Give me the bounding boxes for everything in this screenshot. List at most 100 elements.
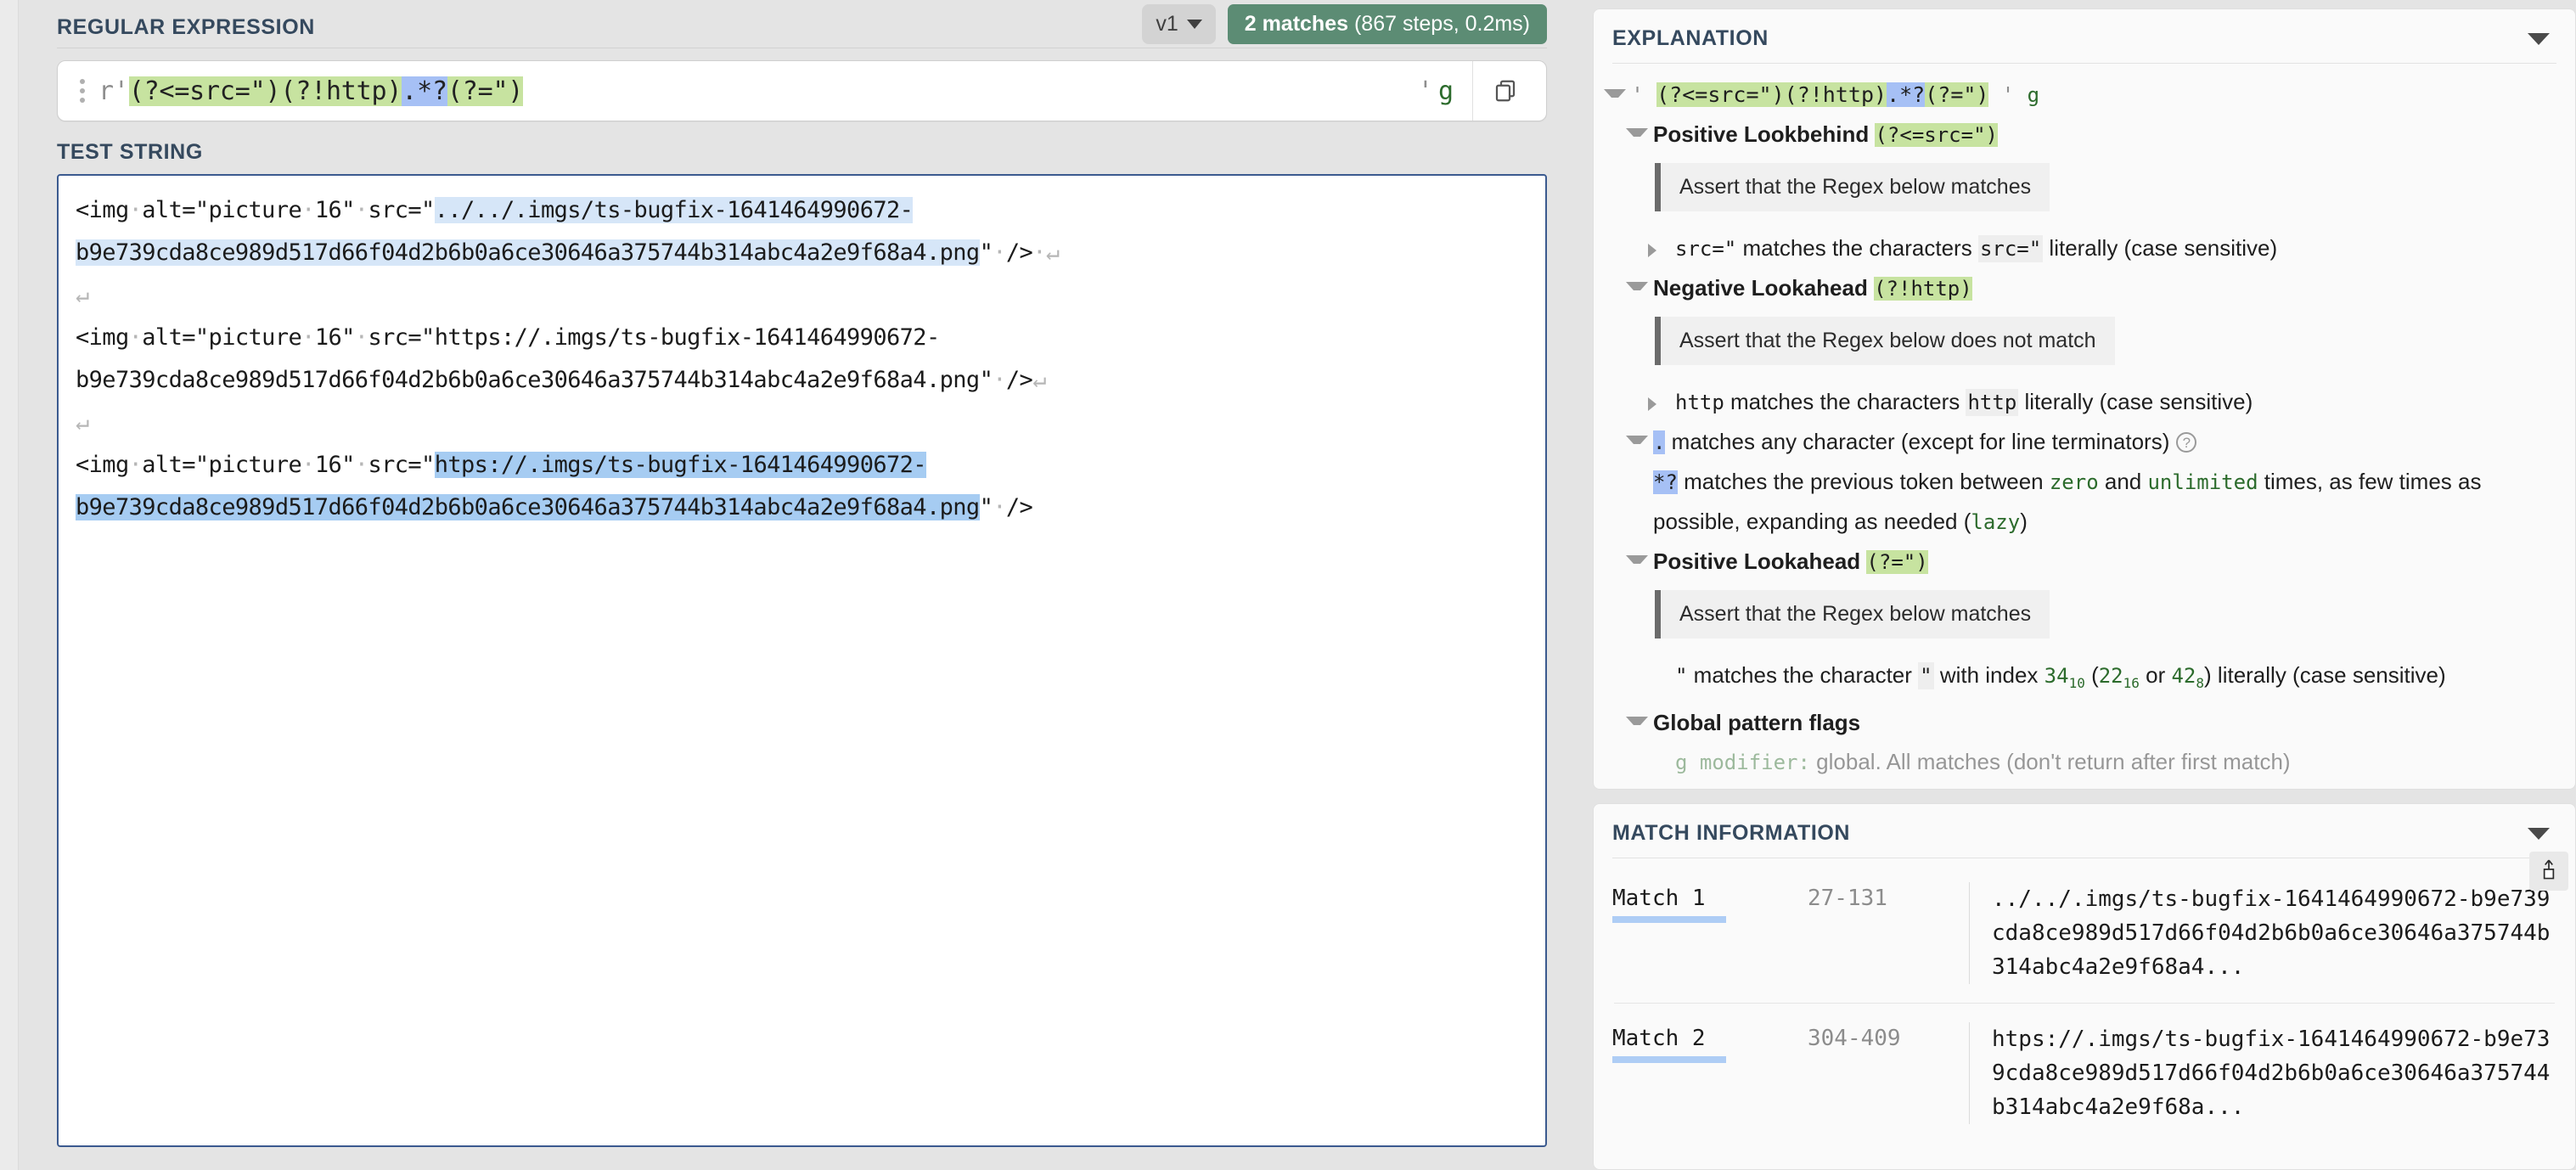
text-segment: src=" [368,197,435,223]
regex-header-controls: v1 2 matches (867 steps, 0.2ms) [1142,3,1547,44]
version-dropdown[interactable]: v1 [1142,3,1216,44]
collapse-triangle-icon[interactable] [1648,244,1670,257]
explanation-group-title: Negative Lookahead [1653,275,1868,301]
regex-flags[interactable]: ' g [1409,61,1473,121]
text-segment: b9e739cda8ce989d517d66f04d2b6b0a6ce30646… [76,494,980,520]
test-string-line: ↵ [76,402,1528,444]
regex-section-header: REGULAR EXPRESSION v1 2 matches (867 ste… [57,0,1547,48]
text-segment: alt="picture [142,197,302,223]
explanation-detail-token: http [1675,391,1724,414]
explanation-token: (?=") [1866,550,1928,574]
explanation-item: Negative Lookahead (?!http) Assert that t… [1626,268,2555,382]
explanation-flag-code: g modifier: [1675,750,1810,774]
explanation-row-text: Positive Lookahead (?=") [1653,542,2555,582]
page-title: REGULAR EXPRESSION [57,15,315,39]
newline-marker: ↵ [76,409,89,436]
explanation-item: src=" matches the characters src=" liter… [1648,228,2555,268]
chevron-down-icon[interactable] [2528,32,2550,45]
regex-token-lookbehind: (?<=src=") [128,76,281,106]
test-string-line: ↵ [76,274,1528,317]
test-string-title: TEST STRING [57,140,203,164]
explanation-item: " matches the character " with index 341… [1648,655,2555,703]
space-marker: · [128,324,143,351]
explanation-item: http matches the characters http literal… [1648,382,2555,422]
collapse-triangle-icon[interactable] [1626,128,1648,137]
space-marker: · [301,197,315,223]
explanation-detail-text: matches the characters [1724,389,1966,414]
explanation-token-dot: . [1653,430,1666,454]
collapse-triangle-icon[interactable] [1626,555,1648,564]
explanation-row: src=" matches the characters src=" liter… [1648,228,2555,268]
explanation-item: . matches any character (except for line… [1626,422,2555,462]
exp-flag-global: g [2027,83,2040,107]
drag-handle-icon[interactable] [80,79,85,103]
explanation-row-text: . matches any character (except for line… [1653,422,2555,462]
space-marker: · [301,452,315,478]
test-string-line: b9e739cda8ce989d517d66f04d2b6b0a6ce30646… [76,232,1528,274]
collapse-triangle-icon[interactable] [1626,436,1648,444]
match-info-title: MATCH INFORMATION [1612,821,1851,845]
exp-token-lookbehind: (?<=src=") [1656,82,1785,107]
regex-input[interactable]: r'(?<=src=")(?!http).*?(?=") [98,76,1409,106]
test-string-line: <img·alt="picture·16"·src="htps://.imgs/… [76,444,1528,487]
explanation-item: Global pattern flags [1626,703,2555,742]
explanation-literal: src=" [1977,235,2044,262]
left-column: REGULAR EXPRESSION v1 2 matches (867 ste… [19,0,1581,1170]
match-label-cell: Match 1 [1612,882,1808,984]
explanation-pattern-row: ' (?<=src=")(?!http).*?(?=") ' g [1604,76,2555,115]
explanation-row: *? matches the previous token between ze… [1626,462,2555,542]
explanation-dot-text: matches any character (except for line t… [1665,429,2170,454]
regex-input-box[interactable]: r'(?<=src=")(?!http).*?(?=") ' g [57,60,1547,121]
match-row[interactable]: Match 2 304-409 htps://.imgs/ts-bugfix-164… [1594,1004,2575,1143]
newline-marker: ↵ [1032,367,1046,393]
text-segment: src="https://.imgs/ts-bugfix-16414649906… [368,324,940,351]
explanation-row-text: Negative Lookahead (?!http) [1653,268,2555,308]
match-label[interactable]: Match 1 [1612,886,1706,911]
explanation-quant-min: zero [2049,470,2099,494]
explanation-pattern: ' (?<=src=")(?!http).*?(?=") ' g [1631,76,2555,115]
newline-marker: ↵ [76,282,89,308]
text-segment: /> [1005,239,1033,266]
collapse-triangle-icon[interactable] [1626,282,1648,290]
cursor-pointer-icon [2529,852,2568,891]
left-rail [0,0,19,1170]
regex-token-neg-lookahead: (?!http) [280,76,402,106]
test-string-line: b9e739cda8ce989d517d66f04d2b6b0a6ce30646… [76,359,1528,402]
explanation-index-octal: 428 [2171,664,2205,691]
test-string-line: b9e739cda8ce989d517d66f04d2b6b0a6ce30646… [76,487,1528,529]
explanation-row-text: g modifier: global. All matches (don't r… [1675,742,2555,782]
explanation-token: (?<=src=") [1875,123,1998,147]
space-marker: · [1032,239,1046,266]
collapse-triangle-icon[interactable] [1604,89,1626,98]
explanation-quant-mode: lazy [1971,510,2021,534]
explanation-item: g modifier: global. All matches (don't r… [1648,742,2555,782]
match-count-text: 2 matches [1244,11,1349,36]
explanation-quant-text: ) [2020,509,2028,534]
chevron-down-icon[interactable] [2528,827,2550,840]
explanation-note: Assert that the Regex below matches [1655,590,2050,638]
explanation-index-hex: 2216 [2098,664,2140,691]
explanation-row: Negative Lookahead (?!http) [1626,268,2555,308]
match-row[interactable]: Match 1 27-131 ../../.imgs/ts-bugfix-16414… [1594,863,2575,1003]
match-label[interactable]: Match 2 [1612,1026,1706,1051]
space-marker: · [993,239,1006,266]
explanation-row-text: Global pattern flags [1653,703,2555,742]
match-label-underline [1612,916,1726,923]
explanation-title: EXPLANATION [1612,26,1769,50]
explanation-token: (?!http) [1874,277,1972,301]
explanation-char-text: with index [1933,662,2044,688]
test-string-line: <img·alt="picture·16"·src="../../.imgs/t… [76,189,1528,232]
collapse-triangle-icon[interactable] [1648,397,1670,411]
explanation-char-token: " [1675,664,1688,688]
explanation-char-text: matches the character [1687,662,1919,688]
copy-regex-button[interactable] [1473,61,1538,121]
help-icon[interactable]: ? [2176,432,2197,453]
test-string-editor[interactable]: <img·alt="picture·16"·src="../../.imgs/t… [57,174,1547,1147]
match-count-badge[interactable]: 2 matches (867 steps, 0.2ms) [1227,3,1547,44]
match-label-cell: Match 2 [1612,1022,1808,1124]
space-marker: · [993,494,1006,520]
collapse-triangle-icon[interactable] [1626,716,1648,725]
exp-open-delim: ' [1631,82,1645,107]
explanation-detail-text: literally (case sensitive) [2043,235,2278,261]
space-marker: · [993,367,1006,393]
